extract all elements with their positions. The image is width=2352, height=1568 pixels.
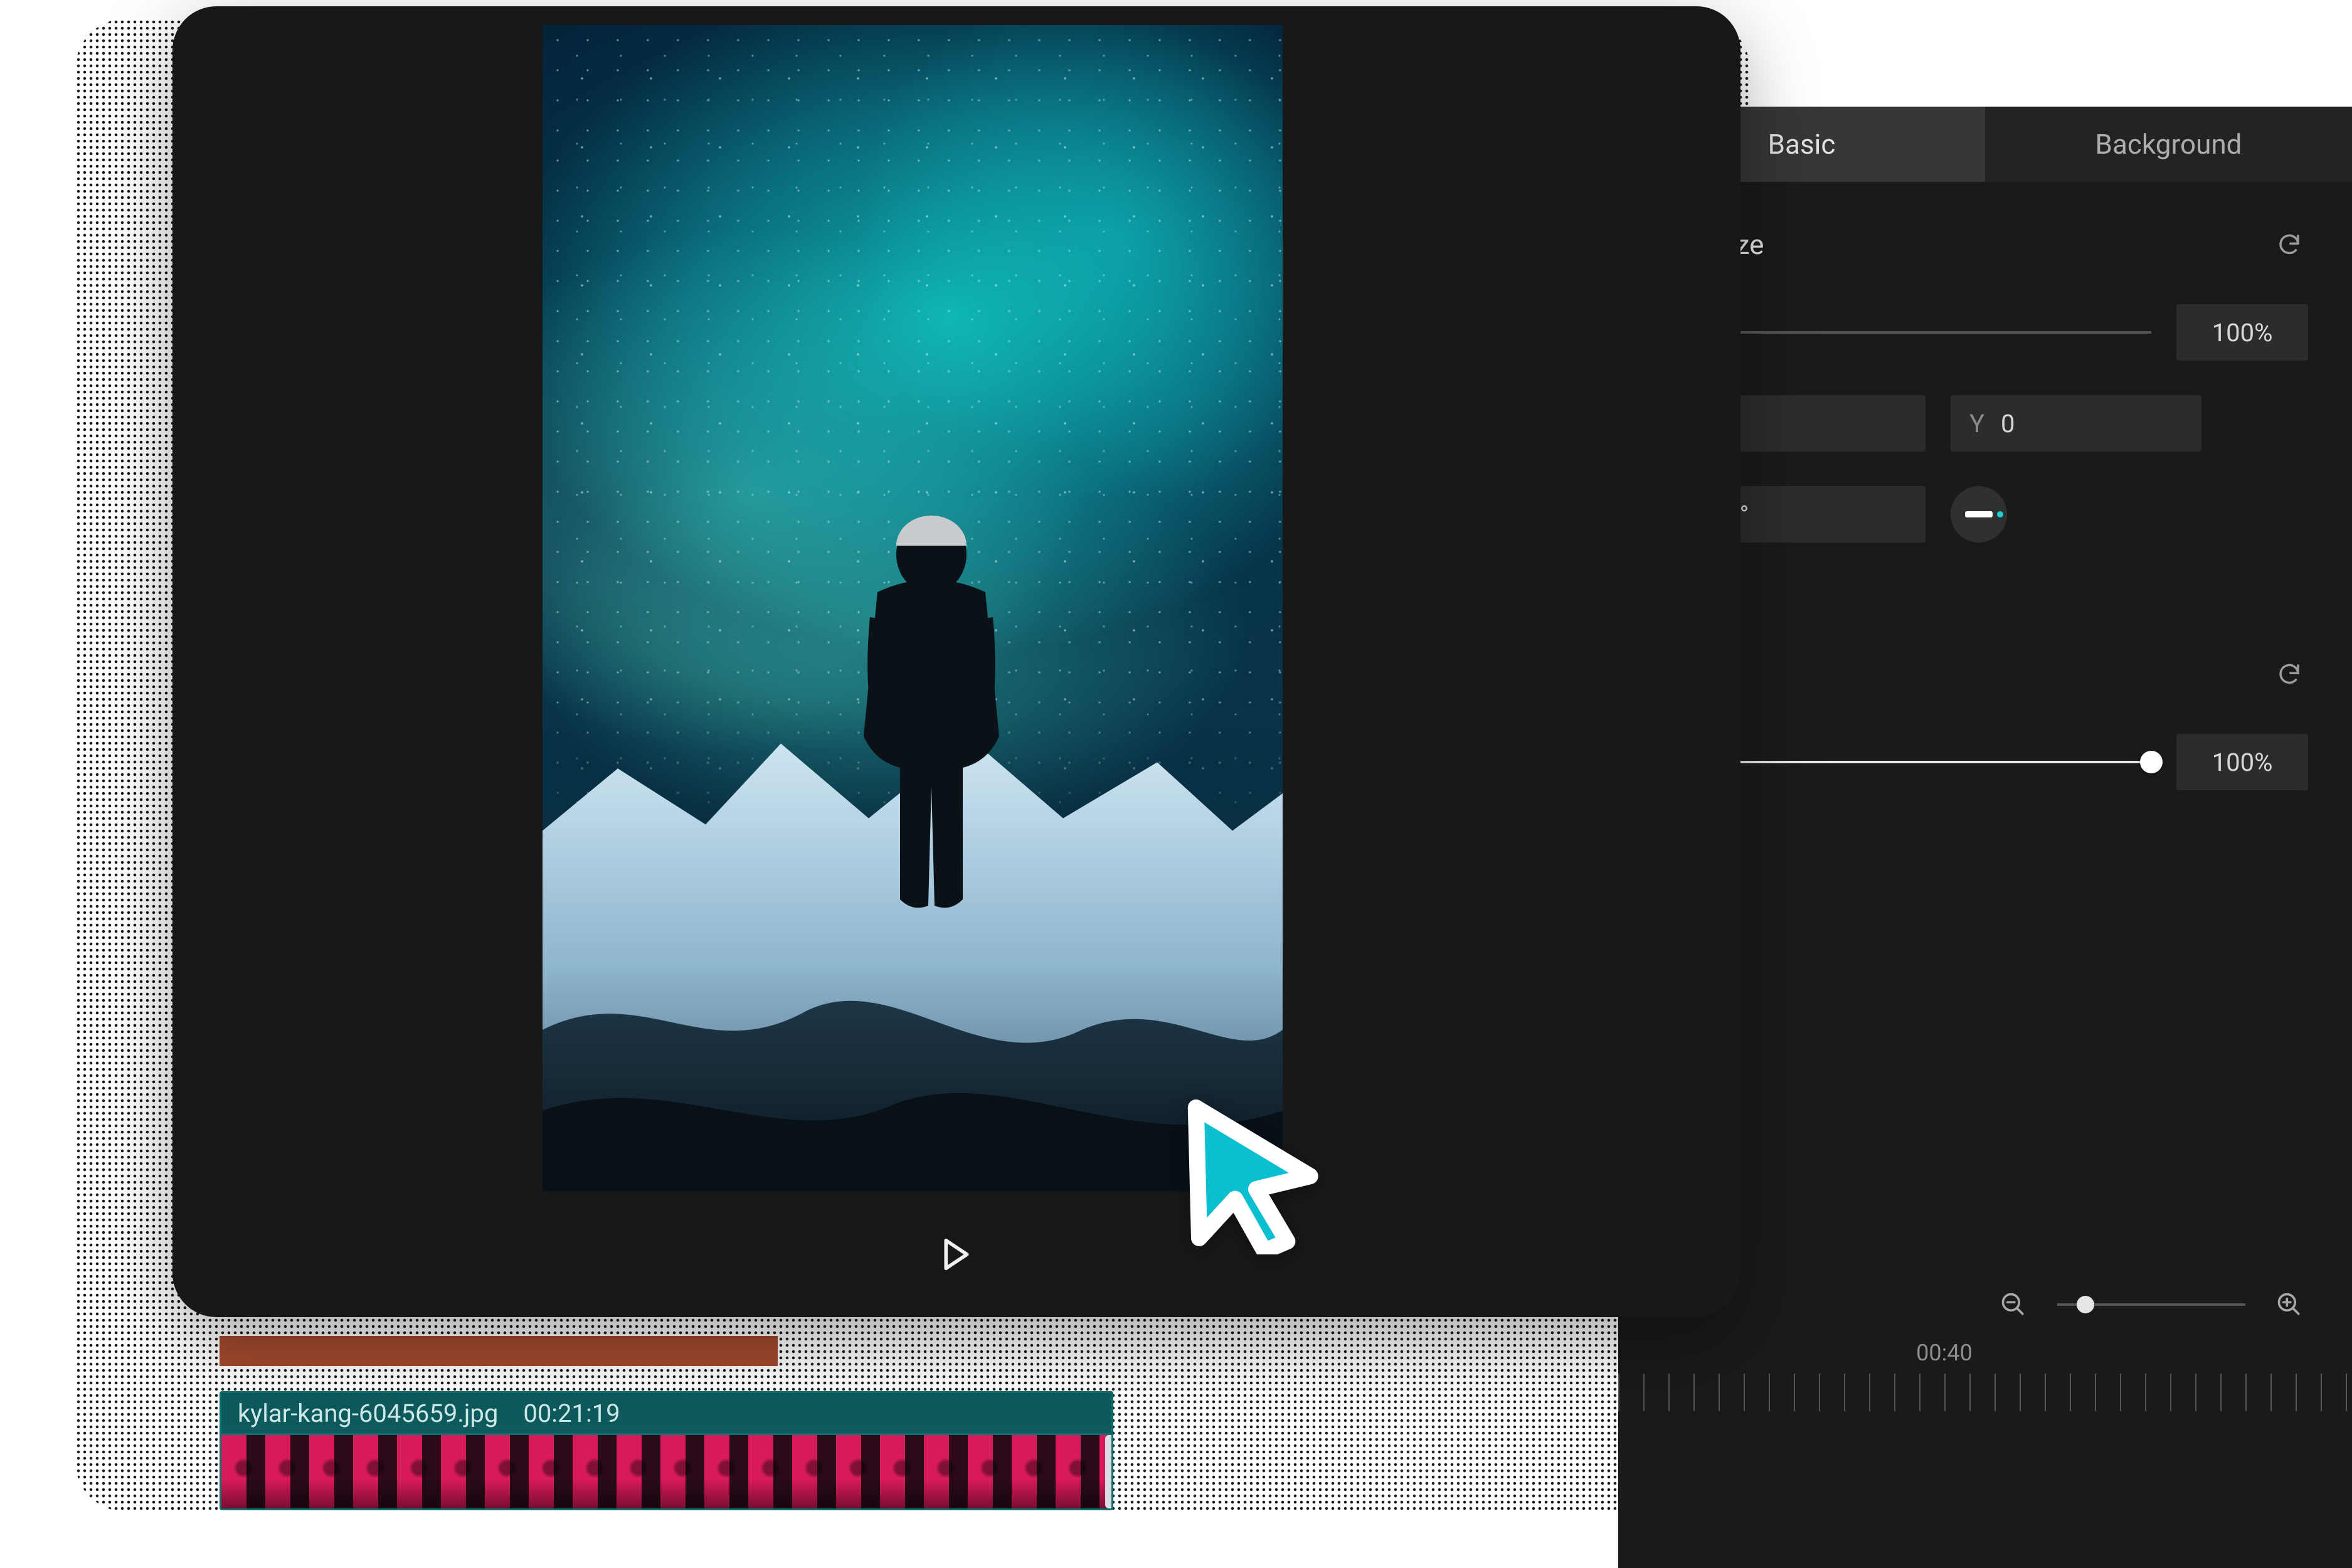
preview-image-person xyxy=(837,511,1025,912)
play-button[interactable] xyxy=(931,1229,982,1279)
position-y-value: 0 xyxy=(2001,409,2015,438)
zoom-in-button[interactable] xyxy=(2270,1286,2308,1323)
opacity-value[interactable]: 100% xyxy=(2176,734,2308,790)
tab-background[interactable]: Background xyxy=(1985,107,2352,182)
axis-label-y: Y xyxy=(1969,409,1984,438)
scale-value[interactable]: 100% xyxy=(2176,304,2308,361)
indicator-dot-icon xyxy=(1997,511,2003,517)
scale-slider[interactable] xyxy=(1675,331,2151,334)
zoom-in-icon xyxy=(2275,1291,2303,1318)
preview-card xyxy=(172,6,1740,1317)
zoom-slider[interactable] xyxy=(2057,1303,2245,1306)
reset-icon xyxy=(2276,231,2302,258)
zoom-out-icon xyxy=(2000,1291,2027,1318)
reset-blend-button[interactable] xyxy=(2270,655,2308,693)
reset-position-size-button[interactable] xyxy=(2270,226,2308,263)
mirror-icon xyxy=(1965,511,1993,517)
zoom-out-button[interactable] xyxy=(1994,1286,2032,1323)
mirror-button[interactable] xyxy=(1951,486,2007,543)
cursor-pointer-icon xyxy=(1167,1091,1330,1254)
play-icon xyxy=(942,1238,971,1271)
timeline-tracks: kylar-kang-6045659.jpg 00:21:19 xyxy=(210,1336,2092,1510)
clip-filename: kylar-kang-6045659.jpg xyxy=(238,1399,498,1428)
track-main-clip-header[interactable]: kylar-kang-6045659.jpg 00:21:19 xyxy=(220,1391,1113,1435)
position-y-input[interactable]: Y 0 xyxy=(1951,395,2201,452)
track-main-clip-thumbnails[interactable] xyxy=(220,1435,1113,1510)
track-overlay-clip[interactable] xyxy=(220,1336,778,1366)
opacity-slider[interactable] xyxy=(1675,761,2151,763)
preview-canvas[interactable] xyxy=(543,25,1283,1192)
reset-icon xyxy=(2276,661,2302,687)
clip-duration: 00:21:19 xyxy=(523,1399,620,1428)
clip-trim-handle[interactable] xyxy=(1105,1435,1113,1508)
